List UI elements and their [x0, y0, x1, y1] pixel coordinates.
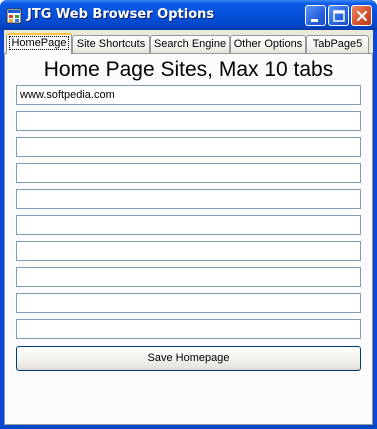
tab-label: HomePage: [9, 36, 69, 50]
minimize-button[interactable]: [305, 5, 326, 26]
close-button[interactable]: [351, 5, 372, 26]
window-title: JTG Web Browser Options: [27, 7, 215, 22]
save-homepage-label: Save Homepage: [147, 352, 230, 364]
maximize-icon: [333, 10, 345, 22]
close-icon: [356, 10, 368, 22]
homepage-url-field-3[interactable]: [16, 137, 361, 157]
homepage-url-field-7[interactable]: [16, 241, 361, 261]
title-bar[interactable]: JTG Web Browser Options: [0, 0, 377, 30]
tab-other-options[interactable]: Other Options: [230, 35, 306, 53]
tab-label: Site Shortcuts: [76, 38, 146, 50]
maximize-button[interactable]: [328, 5, 349, 26]
tab-tabpage5[interactable]: TabPage5: [306, 35, 369, 53]
tab-label: Other Options: [233, 38, 303, 50]
homepage-url-field-2[interactable]: [16, 111, 361, 131]
homepage-url-field-8[interactable]: [16, 267, 361, 287]
homepage-url-field-6[interactable]: [16, 215, 361, 235]
minimize-icon: [311, 19, 318, 22]
save-homepage-button[interactable]: Save Homepage: [16, 346, 361, 371]
homepage-url-field-9[interactable]: [16, 293, 361, 313]
tab-search-engine[interactable]: Search Engine: [150, 35, 230, 53]
tab-site-shortcuts[interactable]: Site Shortcuts: [72, 35, 150, 53]
tab-strip: HomePage Site Shortcuts Search Engine Ot…: [4, 33, 373, 54]
homepage-url-field-5[interactable]: [16, 189, 361, 209]
homepage-url-field-10[interactable]: [16, 319, 361, 339]
page-heading: Home Page Sites, Max 10 tabs: [43, 58, 334, 81]
tab-homepage[interactable]: HomePage: [6, 33, 72, 54]
homepage-url-field-4[interactable]: [16, 163, 361, 183]
app-icon: [6, 8, 22, 24]
tab-label: TabPage5: [312, 38, 363, 50]
homepage-url-field-1[interactable]: www.softpedia.com: [16, 85, 361, 105]
tab-label: Search Engine: [153, 38, 227, 50]
window-bottom-border: [0, 425, 377, 429]
app-window: JTG Web Browser Options HomePage Site Sh…: [0, 0, 377, 429]
